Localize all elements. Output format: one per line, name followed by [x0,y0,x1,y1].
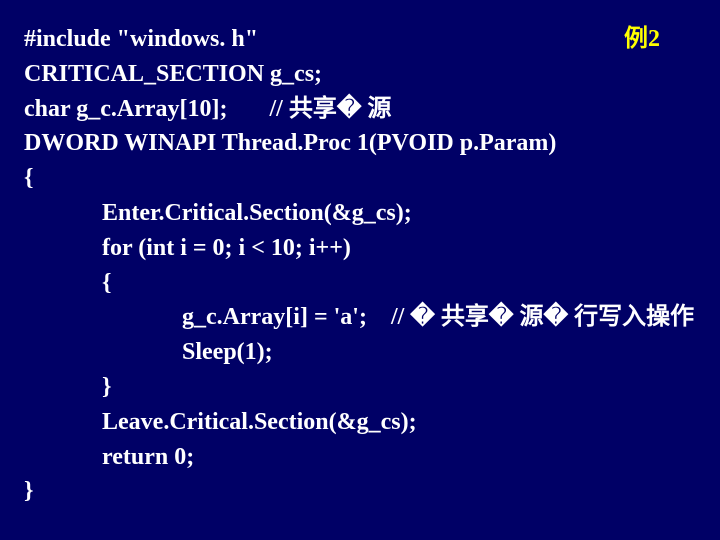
code-line-11: } [24,370,700,405]
code-line-5: { [24,161,700,196]
example-label: 例2 [624,22,700,57]
code-line-3: char g_c.Array[10]; // 共享� 源 [24,92,700,127]
code-line-12: Leave.Critical.Section(&g_cs); [24,405,700,440]
code-line-10: Sleep(1); [24,335,700,370]
code-line-14: } [24,474,700,509]
code-line-2: CRITICAL_SECTION g_cs; [24,57,700,92]
code-text: g_c.Array[i] = 'a'; [182,304,391,330]
code-line-6: Enter.Critical.Section(&g_cs); [24,196,700,231]
code-line-7: for (int i = 0; i < 10; i++) [24,231,700,266]
code-line-8: { [24,266,700,301]
code-line-1: #include "windows. h" [24,22,258,57]
code-line-13: return 0; [24,440,700,475]
code-comment: // � 共享� 源� 行写入操作 [391,304,694,330]
code-text: char g_c.Array[10]; [24,96,269,122]
code-line-4: DWORD WINAPI Thread.Proc 1(PVOID p.Param… [24,126,700,161]
code-comment: // 共享� 源 [269,96,391,122]
code-line-9: g_c.Array[i] = 'a'; // � 共享� 源� 行写入操作 [24,300,700,335]
